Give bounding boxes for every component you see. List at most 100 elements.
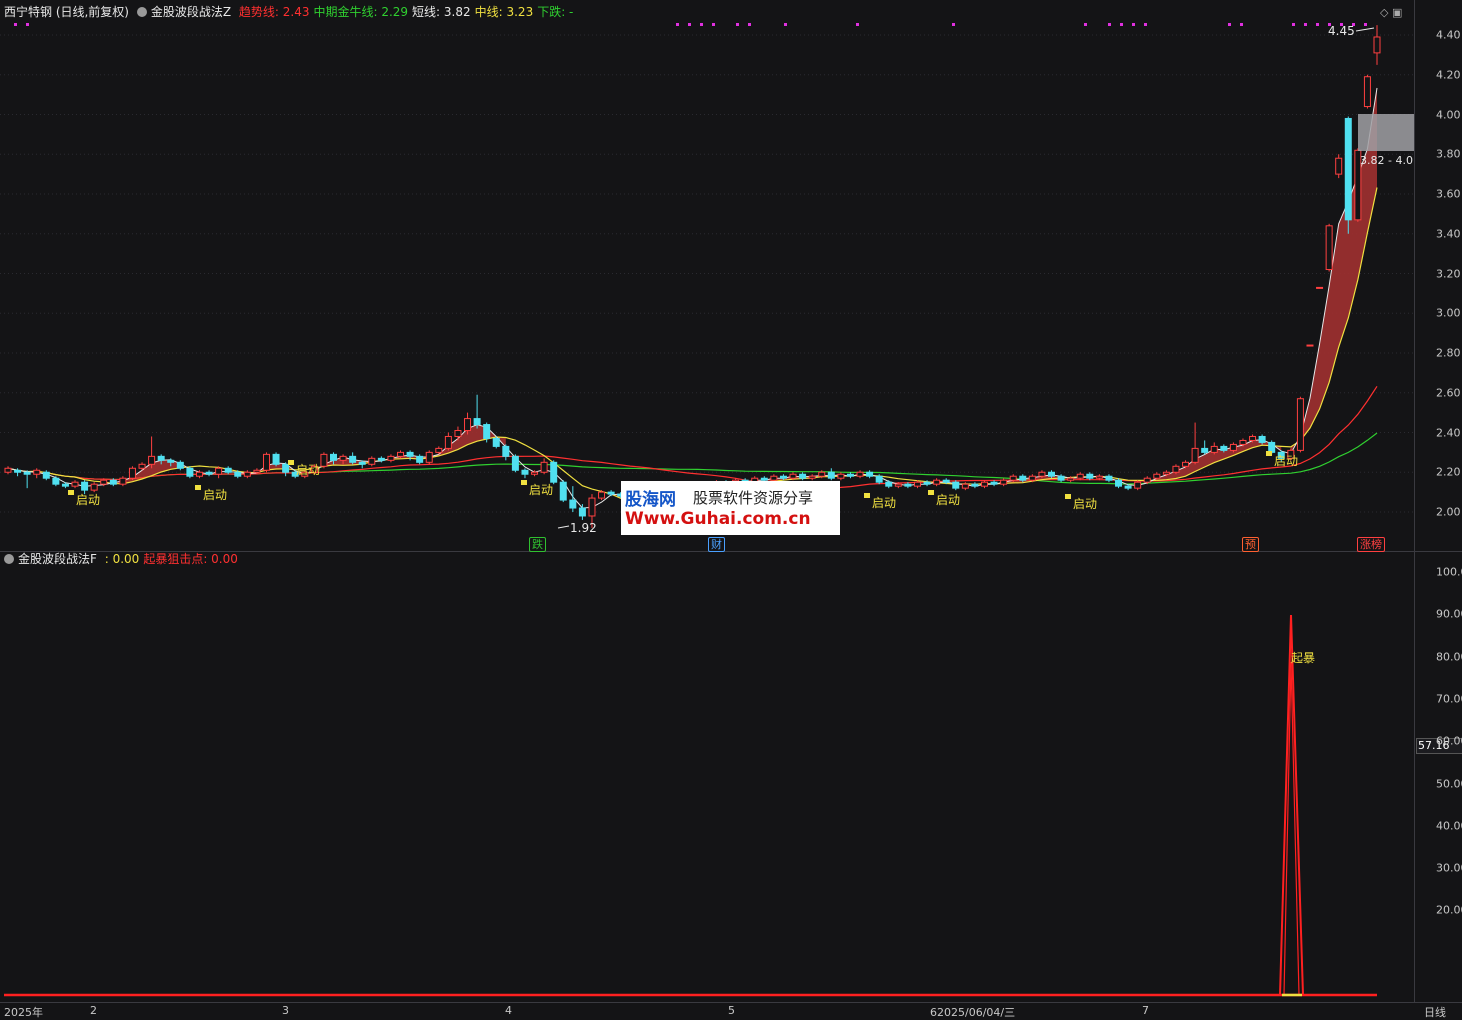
high-label: 4.45	[1328, 24, 1355, 38]
candle-body	[435, 447, 443, 453]
start-marker	[1266, 451, 1272, 456]
candle-body	[100, 479, 108, 485]
price-tick: 4.40	[1436, 28, 1461, 42]
watermark-url: Www.Guhai.com.cn	[625, 509, 811, 529]
gear-icon[interactable]	[136, 7, 147, 17]
candle-body	[176, 461, 184, 469]
candle-body	[770, 475, 778, 481]
candle-body	[1210, 445, 1218, 453]
candle-body	[1105, 475, 1113, 481]
candle-body	[971, 483, 979, 487]
main-chart-panel[interactable]: 启动 启动 启动 启动 启动 启动 启动 启动 4.45 1.92 3.82 - 4.0	[0, 0, 1414, 551]
candle-body	[253, 469, 261, 473]
candle-body	[1239, 439, 1247, 445]
indicator-chart[interactable]: 起暴	[0, 552, 1414, 1002]
candle-body	[444, 435, 452, 449]
event-badge[interactable]: 财	[708, 537, 725, 552]
candle-body	[933, 479, 941, 485]
candle-body	[425, 451, 433, 463]
indicator-tick: 20.00	[1436, 903, 1462, 917]
candle-body	[1172, 465, 1180, 473]
candle-body	[1067, 477, 1075, 481]
candle-body	[1153, 473, 1161, 479]
candle-body	[808, 475, 816, 479]
start-label: 启动	[1274, 454, 1298, 468]
indicator-name[interactable]: 金股波段战法Z	[151, 5, 231, 19]
candle-body	[1268, 441, 1276, 453]
start-label: 启动	[936, 493, 960, 507]
candle-body	[904, 483, 912, 487]
low-label: 1.92	[570, 521, 597, 535]
signal-dot	[1120, 23, 1123, 26]
time-tick: 7	[1142, 1004, 1149, 1017]
indicator-tick: 50.00	[1436, 777, 1462, 790]
candle-body	[894, 483, 902, 487]
candle-body	[397, 451, 405, 457]
candle-body	[473, 418, 481, 426]
watermark: 股海网 股票软件资源分享 Www.Guhai.com.cn	[621, 481, 840, 535]
candle-body	[856, 471, 864, 477]
candle-body	[1124, 485, 1132, 489]
candle-body	[1220, 445, 1228, 451]
candle-body	[866, 471, 874, 477]
candle-body	[262, 453, 270, 471]
candle-body	[550, 461, 558, 483]
candle-body	[1316, 286, 1324, 289]
signal-dot	[1292, 23, 1295, 26]
candle-body	[531, 471, 539, 475]
candle-body	[885, 481, 893, 487]
stock-title[interactable]: 西宁特钢 (日线,前复权)	[4, 5, 129, 19]
candle-body	[358, 461, 366, 465]
candle-body	[90, 483, 98, 491]
candle-body	[33, 469, 41, 475]
candle-body	[846, 473, 854, 477]
event-badge[interactable]: 涨榜	[1357, 537, 1385, 552]
candle-body	[109, 479, 117, 485]
candle-body	[224, 467, 232, 473]
legend-item-3: 中线: 3.23	[474, 5, 534, 19]
candlestick-chart[interactable]: 启动 启动启动启动启动 启动 启动启动4.451.923.82 - 4.0	[0, 0, 1414, 551]
candle-body	[588, 497, 596, 517]
candle-body	[990, 481, 998, 485]
candle-body	[81, 481, 89, 491]
period-label[interactable]: 日线	[1424, 1004, 1446, 1020]
indicator-tick: 100.0	[1436, 565, 1462, 579]
candle-body	[464, 418, 472, 432]
candle-body	[511, 455, 519, 471]
candle-body	[406, 451, 414, 457]
window-icon[interactable]: ▣	[1392, 6, 1402, 19]
signal-dot	[1240, 23, 1243, 26]
candle-body	[416, 455, 424, 463]
sub-indicator-name[interactable]: 金股波段战法F	[18, 552, 97, 566]
signal-dot	[736, 23, 739, 26]
event-badge[interactable]: 预	[1242, 537, 1259, 552]
signal-dot	[1228, 23, 1231, 26]
diamond-icon[interactable]: ◇	[1380, 6, 1388, 19]
legend-item-1: 中期金牛线: 2.29	[313, 5, 409, 19]
gear-icon[interactable]	[4, 554, 14, 564]
price-tick: 4.20	[1436, 68, 1461, 82]
start-label: 启动	[1073, 497, 1097, 511]
signal-dot	[26, 23, 29, 26]
candle-body	[282, 463, 290, 473]
candle-body	[138, 463, 146, 469]
candle-body	[52, 477, 60, 485]
candle-body	[42, 471, 50, 479]
candle-body	[540, 461, 548, 473]
trend-ribbon	[103, 88, 1378, 500]
qibao-label: 起暴	[1291, 651, 1315, 665]
candle-body	[942, 479, 950, 483]
candle-body	[913, 481, 921, 487]
indicator-tick: 90.00	[1436, 607, 1462, 621]
candle-body	[1296, 398, 1304, 451]
candle-body	[483, 424, 491, 439]
indicator-tick: 40.00	[1436, 819, 1462, 833]
candle-body	[320, 453, 328, 467]
start-marker	[288, 460, 294, 465]
signal-dot	[856, 23, 859, 26]
candle-body	[1335, 157, 1343, 175]
start-marker	[864, 493, 870, 498]
candle-body	[980, 481, 988, 487]
event-badge[interactable]: 跌	[529, 537, 546, 552]
sub-indicator-panel[interactable]: 起暴	[0, 552, 1414, 1002]
